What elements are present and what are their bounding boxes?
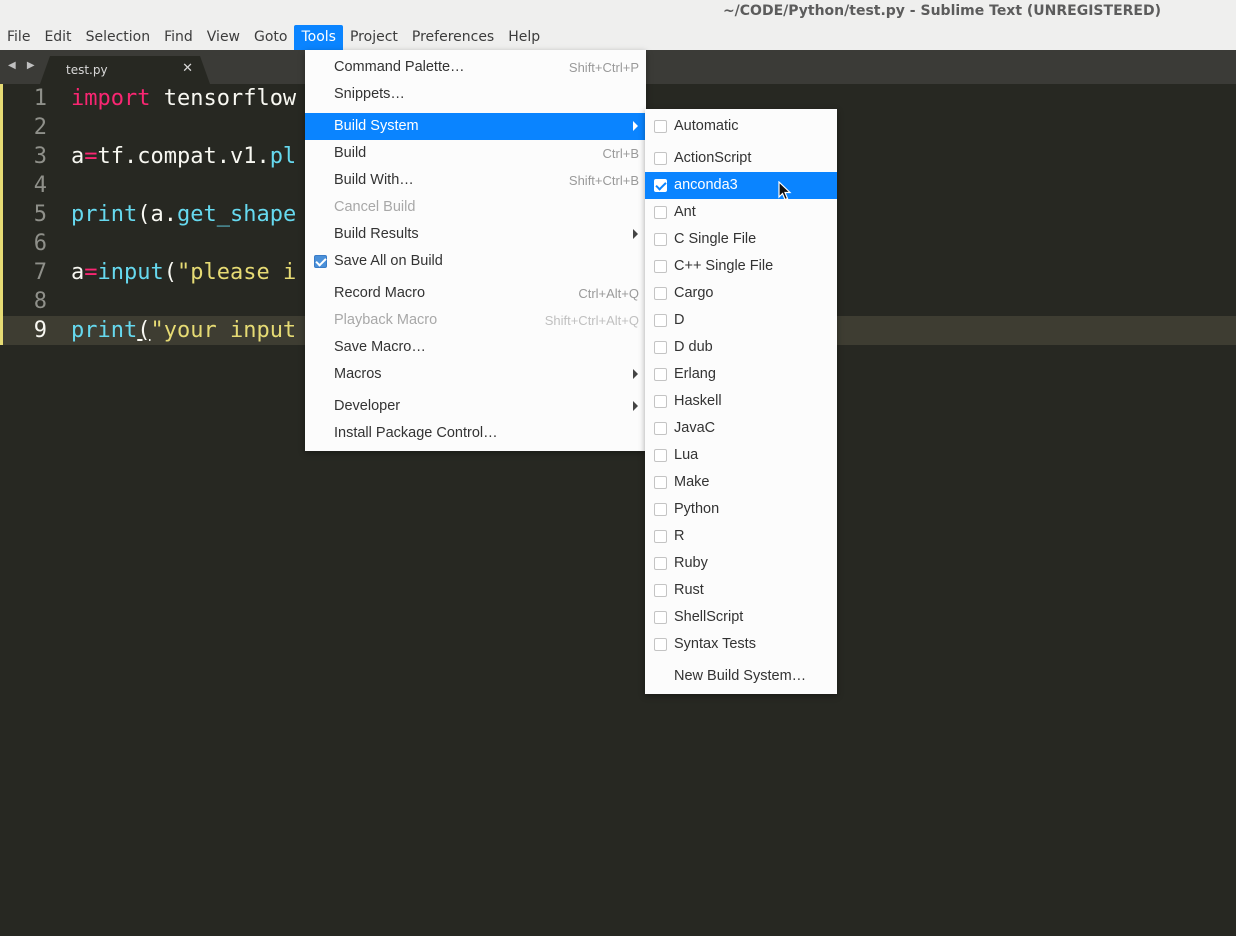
code-text: import tensorflow [71,86,297,111]
submenu-arrow-icon [633,401,638,411]
menu-item-save-macro[interactable]: Save Macro… [305,334,646,361]
checkbox-icon [654,638,667,651]
checkbox-checked-icon [314,255,327,268]
checkbox-icon [654,503,667,516]
menu-item-build-with[interactable]: Build With… Shift+Ctrl+B [305,167,646,194]
line-number: 7 [33,260,47,285]
build-option-d[interactable]: D [645,307,837,334]
code-text: print(a.get_shape [71,202,297,227]
build-option-ant[interactable]: Ant [645,199,837,226]
line-number: 1 [33,86,47,111]
build-option-automatic[interactable]: Automatic [645,113,837,140]
tab-label: test.py [66,63,108,77]
menu-item-save-all-on-build[interactable]: Save All on Build [305,248,646,275]
line-number: 5 [33,202,47,227]
build-option-c-single-file[interactable]: C Single File [645,226,837,253]
menu-view[interactable]: View [200,25,247,50]
build-system-submenu: Automatic ActionScript anconda3 Ant C Si… [645,109,837,694]
checkbox-icon [654,206,667,219]
checkbox-icon [654,341,667,354]
code-text: print("your input [71,318,297,343]
menu-item-build-results[interactable]: Build Results [305,221,646,248]
build-option-d-dub[interactable]: D dub [645,334,837,361]
build-option-python[interactable]: Python [645,496,837,523]
mouse-pointer-icon [778,181,792,201]
menubar: File Edit Selection Find View Goto Tools… [0,25,547,50]
line-number: 2 [33,115,47,140]
build-option-rust[interactable]: Rust [645,577,837,604]
menu-preferences[interactable]: Preferences [405,25,501,50]
menu-item-cancel-build: Cancel Build [334,199,416,215]
tools-menu-dropdown: Command Palette… Shift+Ctrl+P Snippets… B… [305,50,646,451]
checkbox-icon [654,395,667,408]
menu-item-developer[interactable]: Developer [305,393,646,420]
menu-item-snippets[interactable]: Snippets… [305,81,646,108]
build-option-make[interactable]: Make [645,469,837,496]
menu-find[interactable]: Find [157,25,200,50]
code-text: a=tf.compat.v1.pl [71,144,297,169]
submenu-arrow-icon [633,121,638,131]
menu-item-install-package-control[interactable]: Install Package Control… [305,420,646,447]
line-number: 9 [33,318,47,343]
checkbox-icon [654,260,667,273]
line-number: 4 [33,173,47,198]
checkbox-icon [654,530,667,543]
submenu-arrow-icon [633,369,638,379]
checkbox-icon [654,584,667,597]
tab-test-py[interactable]: test.py ✕ [40,56,210,84]
tab-close-icon[interactable]: ✕ [182,61,193,76]
checkbox-icon [654,557,667,570]
build-option-haskell[interactable]: Haskell [645,388,837,415]
tab-nav-arrows-icon[interactable]: ◀ ▶ [8,60,39,71]
build-option-cargo[interactable]: Cargo [645,280,837,307]
checkbox-checked-icon [654,179,667,192]
menu-edit[interactable]: Edit [37,25,78,50]
code-text: a=input("please i [71,260,297,285]
checkbox-icon [654,449,667,462]
build-option-shellscript[interactable]: ShellScript [645,604,837,631]
window-title: ~/CODE/Python/test.py - Sublime Text (UN… [722,3,1161,19]
menu-goto[interactable]: Goto [247,25,294,50]
checkbox-icon [654,152,667,165]
checkbox-icon [654,120,667,133]
build-option-syntax-tests[interactable]: Syntax Tests [645,631,837,658]
build-option-ruby[interactable]: Ruby [645,550,837,577]
build-option-actionscript[interactable]: ActionScript [645,145,837,172]
menu-item-build[interactable]: Build Ctrl+B [305,140,646,167]
build-option-lua[interactable]: Lua [645,442,837,469]
line-number: 6 [33,231,47,256]
checkbox-icon [654,233,667,246]
title-and-menu-bar: ~/CODE/Python/test.py - Sublime Text (UN… [0,0,1236,50]
build-option-erlang[interactable]: Erlang [645,361,837,388]
menu-help[interactable]: Help [501,25,547,50]
build-option-r[interactable]: R [645,523,837,550]
menu-item-record-macro[interactable]: Record Macro Ctrl+Alt+Q [305,280,646,307]
menu-tools[interactable]: Tools [294,25,343,50]
menu-file[interactable]: File [0,25,37,50]
new-build-system[interactable]: New Build System… [645,663,837,690]
line-number: 8 [33,289,47,314]
checkbox-icon [654,368,667,381]
menu-item-build-system[interactable]: Build System [305,113,646,140]
checkbox-icon [654,422,667,435]
build-option-javac[interactable]: JavaC [645,415,837,442]
menu-item-command-palette[interactable]: Command Palette… Shift+Ctrl+P [305,54,646,81]
checkbox-icon [654,476,667,489]
menu-item-playback-macro: Playback Macro Shift+Ctrl+Alt+Q [334,312,639,328]
checkbox-icon [654,611,667,624]
menu-selection[interactable]: Selection [79,25,158,50]
line-number: 3 [33,144,47,169]
checkbox-icon [654,314,667,327]
submenu-arrow-icon [633,229,638,239]
checkbox-icon [654,287,667,300]
build-option-cpp-single-file[interactable]: C++ Single File [645,253,837,280]
build-option-anconda3[interactable]: anconda3 [645,172,837,199]
menu-item-macros[interactable]: Macros [305,361,646,388]
menu-project[interactable]: Project [343,25,405,50]
